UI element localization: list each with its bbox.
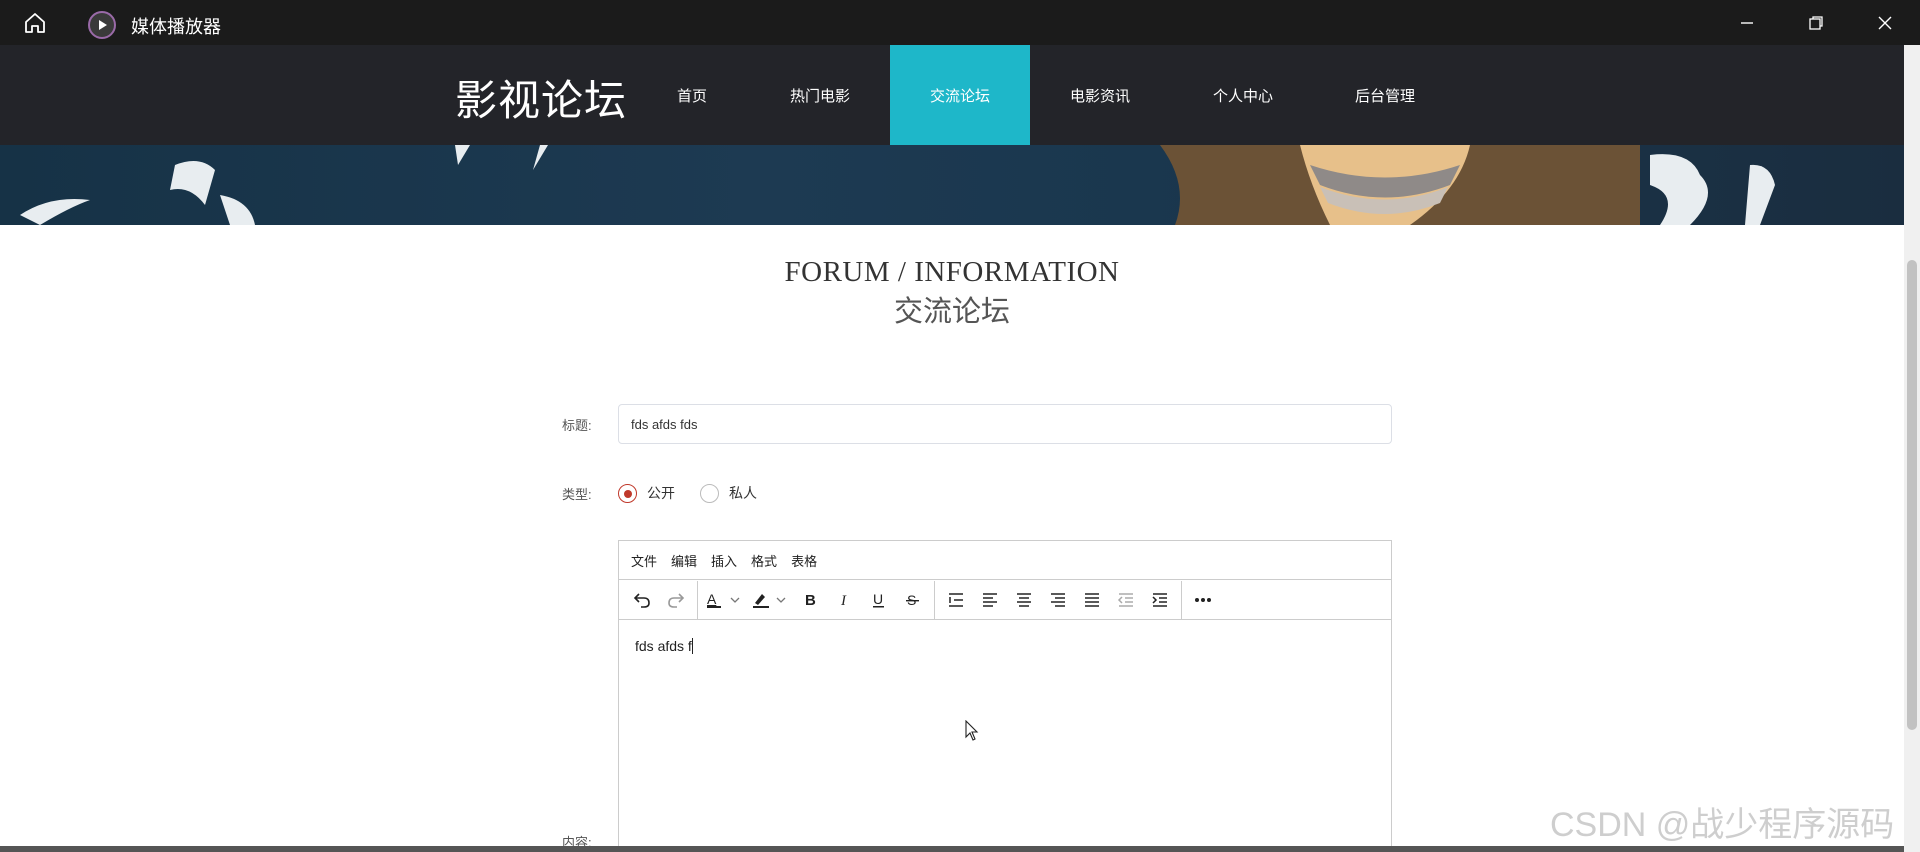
minimize-icon[interactable] (1717, 0, 1777, 45)
redo-icon[interactable] (659, 583, 693, 617)
underline-icon[interactable]: U (862, 583, 896, 617)
bold-icon[interactable]: B (794, 583, 828, 617)
bottom-border (0, 846, 1904, 852)
radio-private[interactable]: 私人 (700, 483, 757, 503)
app-window: 媒体播放器 影视论坛 首页 热门电影 交流论坛 电影资讯 个人中心 后台管理 F… (0, 0, 1920, 852)
menu-insert[interactable]: 插入 (711, 551, 737, 570)
title-label: 标题: (562, 418, 592, 433)
type-label: 类型: (562, 487, 592, 502)
text-color-icon[interactable]: A (702, 583, 748, 617)
svg-text:I: I (840, 593, 847, 609)
toolbar-separator (934, 580, 935, 619)
nav-item-hot-movies[interactable]: 热门电影 (775, 45, 865, 145)
menu-file[interactable]: 文件 (631, 551, 657, 570)
mouse-pointer-icon (965, 719, 979, 747)
close-icon[interactable] (1855, 0, 1915, 45)
restore-icon[interactable] (1786, 0, 1846, 45)
align-left-icon[interactable] (973, 583, 1007, 617)
scrollbar-thumb[interactable] (1907, 260, 1917, 730)
line-height-icon[interactable] (939, 583, 973, 617)
strikethrough-icon[interactable]: S (896, 583, 930, 617)
editor-toolbar: A B I U S (619, 580, 1391, 620)
radio-public[interactable]: 公开 (618, 483, 675, 503)
editor-content-area[interactable]: fds afds f (619, 620, 1391, 672)
outdent-icon[interactable] (1109, 583, 1143, 617)
align-right-icon[interactable] (1041, 583, 1075, 617)
section-title-cn: 交流论坛 (893, 296, 1010, 328)
nav-item-personal-center[interactable]: 个人中心 (1198, 45, 1288, 145)
highlight-color-icon[interactable] (748, 583, 794, 617)
svg-text:U: U (873, 591, 883, 607)
home-icon[interactable] (18, 10, 52, 36)
title-input[interactable]: fds afds fds (618, 404, 1392, 444)
rich-text-editor: 文件 编辑 插入 格式 表格 A B I U fds afds f (618, 540, 1392, 852)
watermark: CSDN @战少程序源码 (1550, 806, 1895, 844)
svg-text:A: A (707, 591, 717, 607)
radio-public-label: 公开 (647, 485, 675, 501)
toolbar-separator (697, 580, 698, 619)
top-nav: 影视论坛 首页 热门电影 交流论坛 电影资讯 个人中心 后台管理 (0, 45, 1904, 145)
undo-icon[interactable] (625, 583, 659, 617)
more-icon[interactable] (1186, 583, 1220, 617)
indent-icon[interactable] (1143, 583, 1177, 617)
editor-menubar: 文件 编辑 插入 格式 表格 (619, 541, 1391, 580)
nav-item-movie-news[interactable]: 电影资讯 (1055, 45, 1145, 145)
nav-item-forum[interactable]: 交流论坛 (890, 45, 1030, 145)
text-caret (691, 638, 693, 654)
window-title: 媒体播放器 (131, 17, 221, 37)
editor-content-text: fds afds f (635, 638, 692, 654)
menu-format[interactable]: 格式 (751, 551, 777, 570)
italic-icon[interactable]: I (828, 583, 862, 617)
section-title-en: FORUM / INFORMATION (784, 256, 1120, 288)
align-center-icon[interactable] (1007, 583, 1041, 617)
title-bar: 媒体播放器 (0, 0, 1920, 45)
media-player-app-icon (88, 11, 116, 39)
radio-private-dot[interactable] (700, 483, 719, 503)
menu-table[interactable]: 表格 (791, 551, 817, 570)
nav-item-home[interactable]: 首页 (650, 45, 734, 145)
nav-item-admin[interactable]: 后台管理 (1340, 45, 1430, 145)
radio-public-dot[interactable] (618, 483, 637, 503)
align-justify-icon[interactable] (1075, 583, 1109, 617)
site-brand[interactable]: 影视论坛 (455, 67, 627, 128)
toolbar-separator (1181, 580, 1182, 619)
svg-text:B: B (805, 592, 816, 609)
menu-edit[interactable]: 编辑 (671, 551, 697, 570)
radio-private-label: 私人 (729, 485, 757, 501)
banner-image (0, 145, 1904, 225)
